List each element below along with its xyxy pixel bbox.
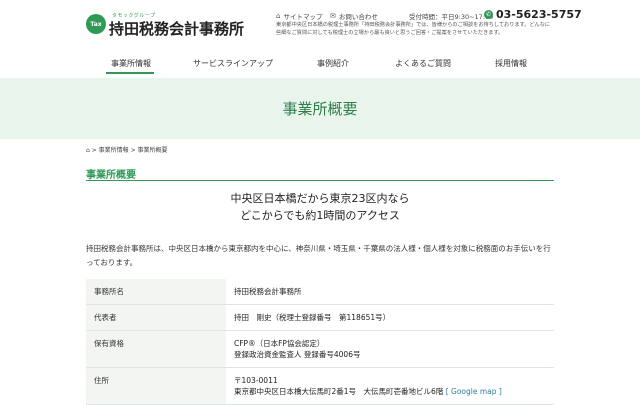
nav-faq[interactable]: よくあるご質問	[395, 58, 451, 69]
postal-code: 〒103-0011	[234, 376, 278, 385]
lead-line-2: どこからでも約1時間のアクセス	[240, 209, 400, 222]
qualification-2: 登録政治資金監査人 登録番号4006号	[234, 350, 361, 359]
table-row: 事務所名 持田税務会計事務所	[86, 279, 554, 305]
row-key: 事務所名	[86, 279, 226, 305]
google-map-link[interactable]: [ Google map ]	[446, 387, 502, 396]
address-line: 東京都中央区日本橋大伝馬町2番1号 大伝馬町壱番地ビル6階 [ Google m…	[234, 386, 546, 397]
table-row: 保有資格 CFP®（日本FP協会認定） 登録政治資金監査人 登録番号4006号	[86, 330, 554, 368]
mail-icon: ✉	[330, 12, 336, 20]
nav-recruit[interactable]: 採用情報	[495, 58, 527, 69]
nav-case-studies[interactable]: 事例紹介	[317, 58, 349, 69]
row-value: 持田 剛史（税理士登録番号 第118651号）	[226, 304, 554, 331]
phone-label: 03-5623-5757	[496, 8, 582, 21]
logo-icon[interactable]: Tax	[86, 14, 106, 34]
breadcrumb: ⌂ > 事業所情報 > 事業所概要	[86, 145, 168, 154]
row-key: 代表者	[86, 304, 226, 331]
office-info-table: 事務所名 持田税務会計事務所 代表者 持田 剛史（税理士登録番号 第118651…	[86, 279, 554, 405]
row-value: CFP®（日本FP協会認定） 登録政治資金監査人 登録番号4006号	[226, 330, 554, 368]
nav-active-indicator	[106, 72, 154, 74]
row-value: 持田税務会計事務所	[226, 279, 554, 305]
table-row: 代表者 持田 剛史（税理士登録番号 第118651号）	[86, 304, 554, 331]
address-text: 東京都中央区日本橋大伝馬町2番1号 大伝馬町壱番地ビル6階	[234, 387, 444, 396]
section-divider	[86, 180, 554, 181]
home-icon: ⌂	[276, 12, 281, 20]
qualification-1: CFP®（日本FP協会認定）	[234, 339, 325, 348]
row-key: 保有資格	[86, 330, 226, 368]
page-title: 事業所概要	[282, 100, 358, 118]
lead-line-1: 中央区日本橋だから東京23区内なら	[230, 192, 410, 205]
contact-link[interactable]: ✉ お問い合わせ	[330, 11, 378, 21]
sitemap-label: サイトマップ	[283, 13, 323, 21]
header-intro-text: 東京都中央区日本橋の税理士事務所「持田税務会計事務所」では、皆様からのご相談をお…	[276, 22, 551, 36]
home-icon[interactable]: ⌂	[86, 147, 90, 154]
row-value: 〒103-0011 東京都中央区日本橋大伝馬町2番1号 大伝馬町壱番地ビル6階 …	[226, 367, 554, 405]
nav-services[interactable]: サービスラインアップ	[193, 58, 273, 69]
row-key: 住所	[86, 367, 226, 405]
site-logo-text[interactable]: 持田税務会計事務所	[109, 18, 244, 39]
phone-number[interactable]: ✆ 03-5623-5757	[484, 8, 582, 21]
contact-label: お問い合わせ	[338, 13, 378, 21]
breadcrumb-text[interactable]: > 事業所情報 > 事業所概要	[92, 147, 168, 154]
table-row: 住所 〒103-0011 東京都中央区日本橋大伝馬町2番1号 大伝馬町壱番地ビル…	[86, 367, 554, 405]
phone-icon: ✆	[484, 10, 493, 19]
office-description: 持田税務会計事務所は、中央区日本橋から東京都内を中心に、神奈川県・埼玉県・千葉県…	[86, 244, 551, 267]
business-hours: 受付時間：平日9:30~17:00	[409, 13, 494, 21]
sitemap-link[interactable]: ⌂ サイトマップ	[276, 11, 322, 21]
nav-office-info[interactable]: 事業所情報	[111, 58, 151, 69]
section-title: 事業所概要	[86, 170, 136, 181]
